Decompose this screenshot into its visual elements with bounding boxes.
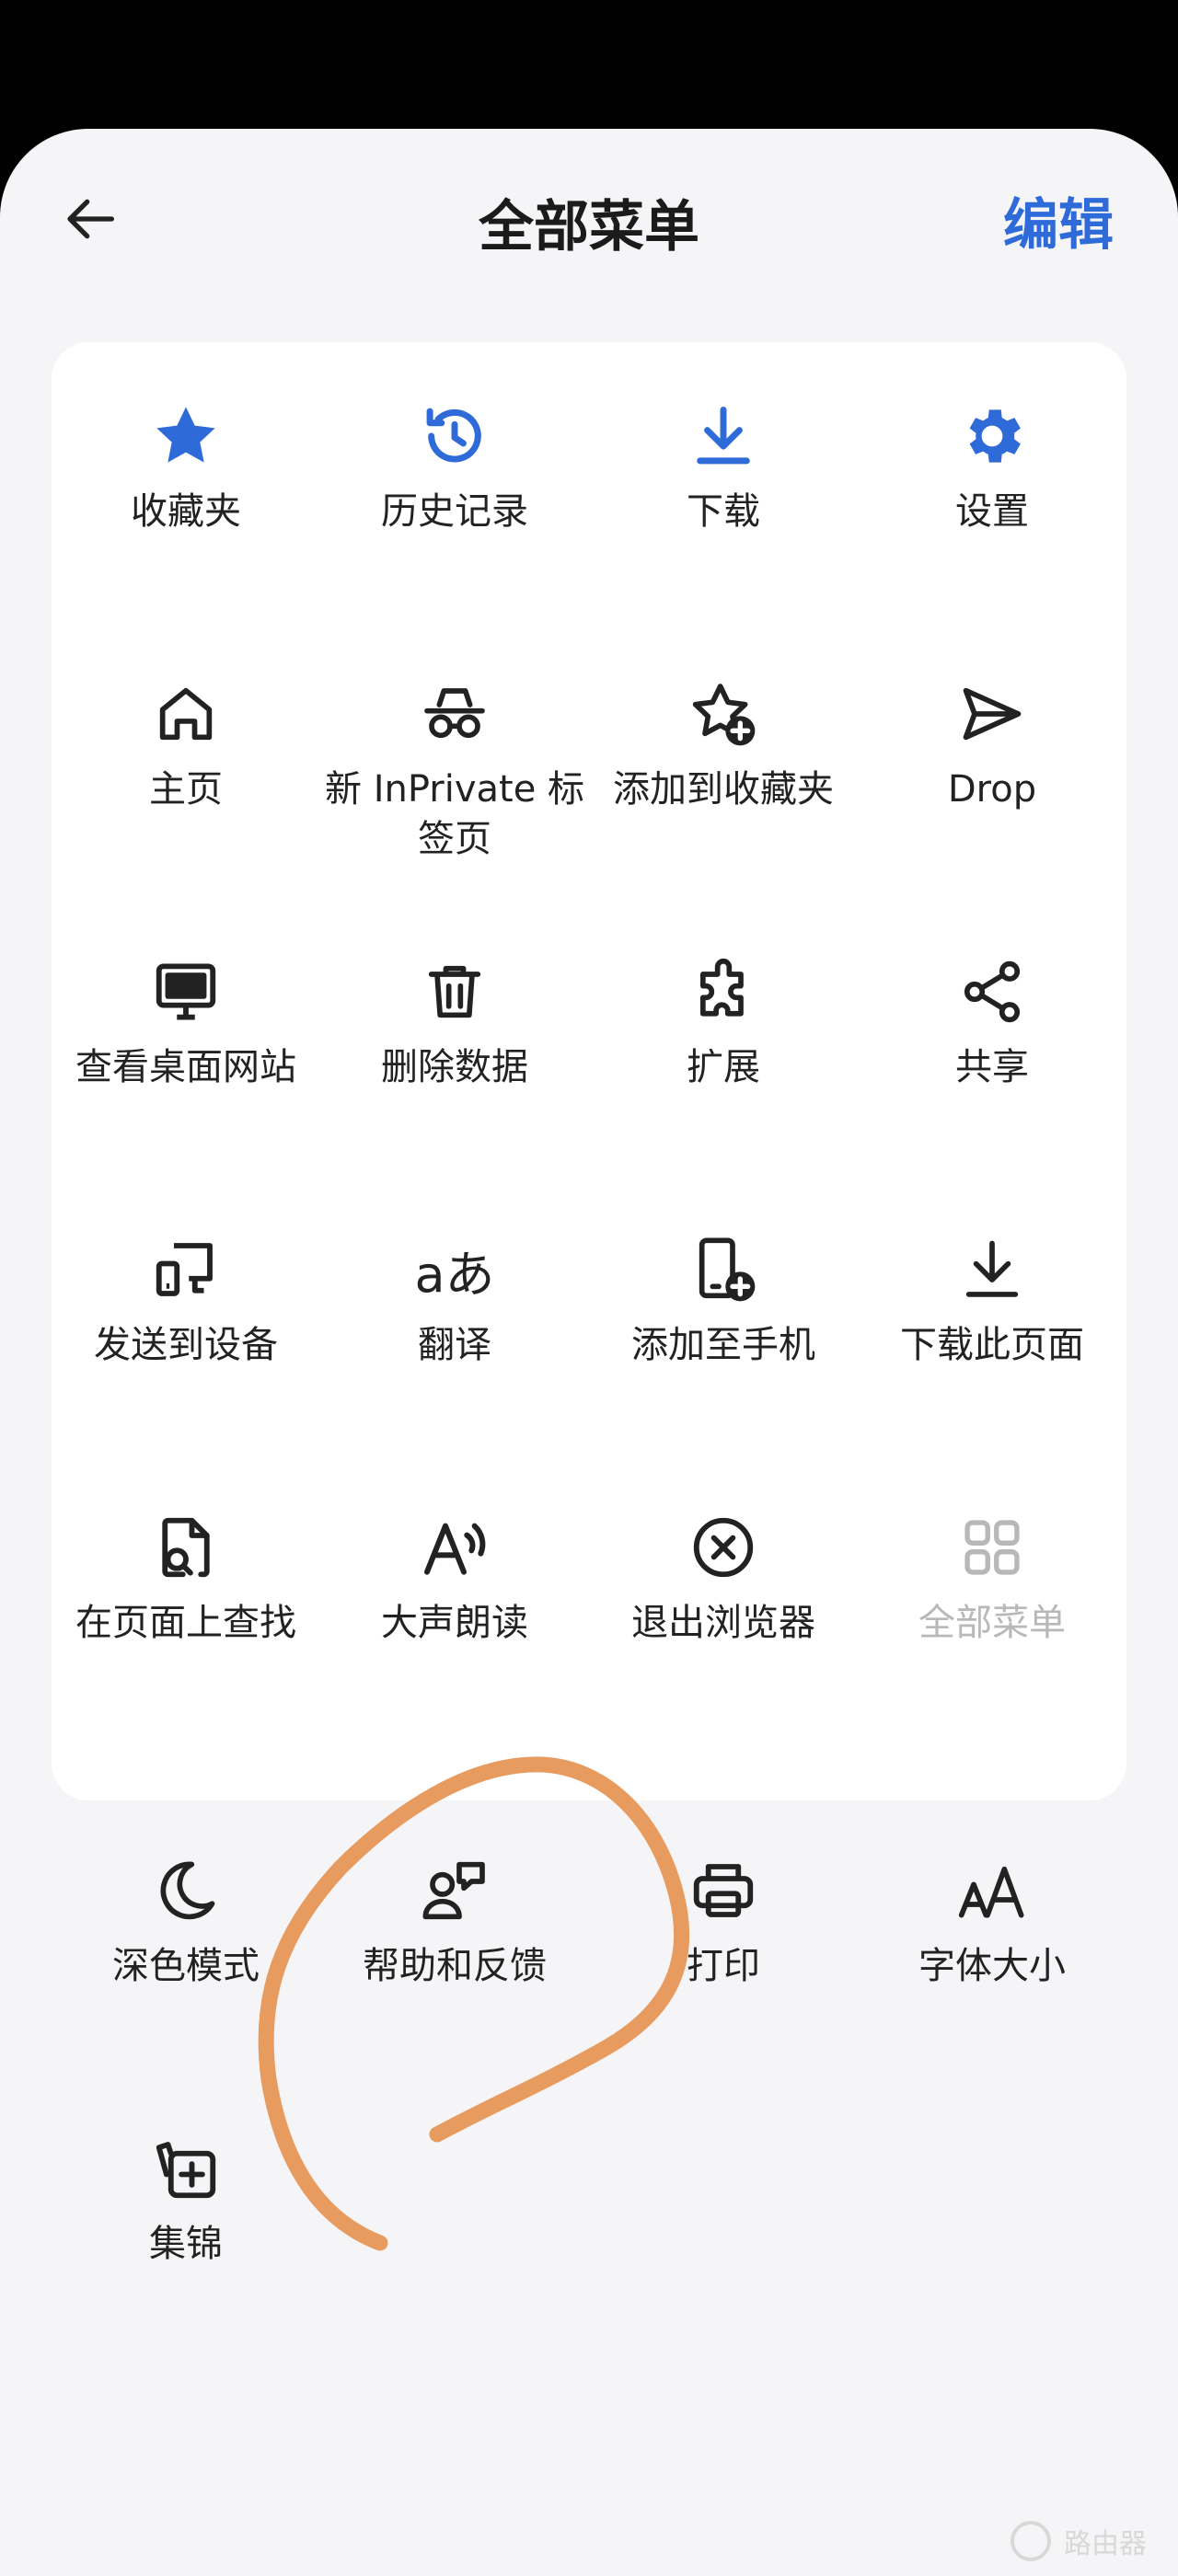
menu-item-all-menu: 全部菜单 bbox=[858, 1501, 1126, 1768]
menu-item-desktop-site[interactable]: 查看桌面网站 bbox=[52, 946, 320, 1213]
share-icon bbox=[964, 960, 1021, 1023]
menu-item-extensions[interactable]: 扩展 bbox=[589, 946, 858, 1213]
menu-item-help-feedback[interactable]: 帮助和反馈 bbox=[320, 1845, 589, 2111]
exit-icon bbox=[693, 1517, 754, 1578]
collections-icon bbox=[156, 2142, 216, 2199]
translate-icon: aあ bbox=[414, 1245, 495, 1304]
printer-icon bbox=[693, 1864, 754, 1917]
menu-item-favorites[interactable]: 收藏夹 bbox=[52, 390, 320, 657]
menu-item-send-to-device[interactable]: 发送到设备 bbox=[52, 1224, 320, 1490]
menu-item-find-in-page[interactable]: 在页面上查找 bbox=[52, 1501, 320, 1768]
download-icon bbox=[697, 407, 750, 465]
menu-item-label: 大声朗读 bbox=[381, 1602, 528, 1644]
menu-item-collections[interactable]: 集锦 bbox=[52, 2122, 320, 2389]
phone-add-icon bbox=[699, 1237, 756, 1302]
menu-item-label: 主页 bbox=[149, 768, 223, 811]
menu-item-clear-data[interactable]: 删除数据 bbox=[320, 946, 589, 1213]
menu-item-label: 发送到设备 bbox=[94, 1324, 278, 1366]
menu-item-label: 扩展 bbox=[687, 1046, 760, 1088]
menu-sheet: 全部菜单 编辑 收藏夹 历史记录 下载 设置 主页 新 InPrivate 标签… bbox=[0, 129, 1178, 2576]
gear-icon bbox=[969, 409, 1021, 463]
menu-item-download-page[interactable]: 下载此页面 bbox=[858, 1224, 1126, 1490]
menu-item-read-aloud[interactable]: 大声朗读 bbox=[320, 1501, 589, 1768]
inprivate-icon bbox=[424, 688, 485, 739]
font-size-icon bbox=[958, 1866, 1024, 1918]
menu-item-label: 在页面上查找 bbox=[75, 1602, 296, 1644]
menu-item-label: 设置 bbox=[955, 490, 1029, 533]
menu-item-label: 新 InPrivate 标签页 bbox=[324, 768, 585, 860]
menu-item-inprivate[interactable]: 新 InPrivate 标签页 bbox=[320, 668, 589, 935]
trash-icon bbox=[428, 965, 481, 1018]
menu-item-label: 深色模式 bbox=[112, 1945, 260, 1987]
home-icon bbox=[159, 687, 213, 741]
download-page-icon bbox=[965, 1240, 1019, 1297]
desktop-icon bbox=[156, 963, 216, 1020]
menu-item-label: Drop bbox=[947, 768, 1037, 811]
menu-item-drop[interactable]: Drop bbox=[858, 668, 1126, 935]
history-icon bbox=[426, 408, 481, 463]
watermark-text: 路由器 bbox=[1064, 2528, 1147, 2560]
help-feedback-icon bbox=[422, 1861, 485, 1920]
main-menu-card: 收藏夹 历史记录 下载 设置 主页 新 InPrivate 标签页 添加到收藏夹 bbox=[52, 342, 1126, 1800]
puzzle-icon bbox=[699, 958, 744, 1017]
menu-item-add-to-favorites[interactable]: 添加到收藏夹 bbox=[589, 668, 858, 935]
find-in-page-icon bbox=[162, 1517, 210, 1578]
menu-item-label: 收藏夹 bbox=[131, 490, 241, 533]
menu-item-add-to-phone[interactable]: 添加至手机 bbox=[589, 1224, 858, 1490]
menu-item-label: 全部菜单 bbox=[918, 1602, 1066, 1644]
menu-item-label: 共享 bbox=[955, 1046, 1029, 1088]
menu-item-home[interactable]: 主页 bbox=[52, 668, 320, 935]
read-aloud-icon bbox=[424, 1523, 486, 1575]
page-title: 全部菜单 bbox=[479, 195, 699, 259]
grid-icon bbox=[964, 1520, 1020, 1575]
menu-item-label: 下载此页面 bbox=[900, 1324, 1084, 1366]
star-icon bbox=[156, 407, 215, 463]
edit-button[interactable]: 编辑 bbox=[1003, 180, 1114, 260]
menu-item-print[interactable]: 打印 bbox=[589, 1845, 858, 2111]
menu-item-exit-browser[interactable]: 退出浏览器 bbox=[589, 1501, 858, 1768]
menu-item-label: 删除数据 bbox=[381, 1046, 528, 1088]
watermark-logo-icon bbox=[1011, 2521, 1051, 2561]
menu-item-settings[interactable]: 设置 bbox=[858, 390, 1126, 657]
send-to-device-icon bbox=[156, 1243, 213, 1296]
menu-item-share[interactable]: 共享 bbox=[858, 946, 1126, 1213]
moon-icon bbox=[160, 1861, 215, 1920]
menu-item-label: 翻译 bbox=[418, 1324, 491, 1366]
watermark: 路由器 bbox=[1011, 2521, 1147, 2561]
menu-item-label: 添加到收藏夹 bbox=[613, 768, 834, 811]
header: 全部菜单 编辑 bbox=[0, 129, 1178, 313]
menu-item-label: 添加至手机 bbox=[631, 1324, 815, 1366]
menu-item-history[interactable]: 历史记录 bbox=[320, 390, 589, 657]
menu-item-label: 退出浏览器 bbox=[631, 1602, 815, 1644]
menu-item-font-size[interactable]: 字体大小 bbox=[858, 1845, 1126, 2111]
menu-item-label: 字体大小 bbox=[918, 1945, 1066, 1987]
menu-item-downloads[interactable]: 下载 bbox=[589, 390, 858, 657]
menu-item-label: 集锦 bbox=[149, 2223, 223, 2265]
menu-item-label: 历史记录 bbox=[381, 490, 528, 533]
menu-item-label: 下载 bbox=[687, 490, 760, 533]
star-add-icon bbox=[692, 684, 756, 746]
menu-item-dark-mode[interactable]: 深色模式 bbox=[52, 1845, 320, 2111]
menu-item-translate[interactable]: aあ 翻译 bbox=[320, 1224, 589, 1490]
menu-item-label: 帮助和反馈 bbox=[363, 1945, 547, 1987]
menu-item-label: 打印 bbox=[687, 1945, 760, 1987]
send-icon bbox=[963, 687, 1022, 741]
menu-item-label: 查看桌面网站 bbox=[75, 1046, 296, 1088]
